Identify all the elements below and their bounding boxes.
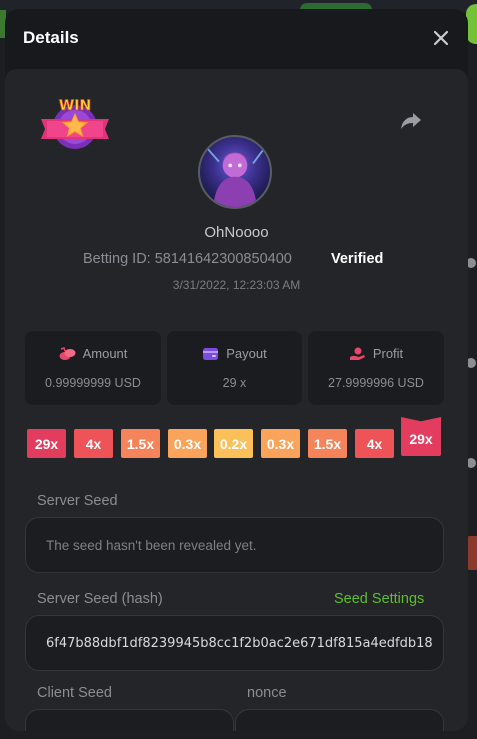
multiplier-slot-hit: 29x — [401, 422, 441, 456]
multiplier-slot: 1.5x — [121, 429, 160, 458]
multiplier-slot: 0.3x — [168, 429, 207, 458]
client-seed-field[interactable] — [25, 709, 234, 731]
verified-label: Verified — [331, 251, 384, 267]
server-seed-hash-label: Server Seed (hash) — [37, 591, 163, 607]
amount-label: Amount — [82, 346, 128, 361]
svg-text:WIN: WIN — [59, 98, 91, 114]
profit-label: Profit — [372, 346, 404, 361]
betting-id: Betting ID: 58141642300850400 — [83, 251, 292, 267]
username: OhNoooo — [204, 224, 269, 241]
details-modal: Details WIN OhNoooo Betting ID: 58141642… — [5, 9, 468, 731]
multiplier-slot: 1.5x — [308, 429, 347, 458]
multiplier-slot: 0.3x — [261, 429, 300, 458]
server-seed-hash-field[interactable]: 6f47b88dbf1df8239945b8cc1f2b0ac2e671df81… — [25, 615, 444, 671]
bet-details-panel: WIN OhNoooo Betting ID: 5814164230085040… — [5, 69, 468, 731]
server-seed-label: Server Seed — [37, 493, 118, 509]
payout-card: Payout 29 x — [167, 331, 302, 405]
close-icon[interactable] — [430, 27, 452, 49]
server-seed-field[interactable]: The seed hasn't been revealed yet. — [25, 517, 444, 573]
coins-icon — [59, 346, 76, 361]
multiplier-slot: 4x — [74, 429, 113, 458]
profit-card: Profit 27.9999996 USD — [308, 331, 444, 405]
seed-settings-link[interactable]: Seed Settings — [334, 591, 424, 607]
profit-value: 27.9999996 USD — [328, 376, 424, 390]
amount-card: Amount 0.99999999 USD — [25, 331, 161, 405]
amount-value: 0.99999999 USD — [45, 376, 141, 390]
client-seed-label: Client Seed — [37, 685, 112, 701]
avatar — [198, 135, 272, 209]
payout-label: Payout — [226, 346, 267, 361]
wallet-icon — [202, 347, 219, 361]
profit-hand-icon — [349, 347, 366, 361]
multiplier-slot: 4x — [355, 429, 394, 458]
multiplier-slot: 29x — [27, 429, 66, 458]
multiplier-slot: 0.2x — [214, 429, 253, 458]
modal-header: Details — [5, 9, 468, 69]
win-badge-icon: WIN — [39, 95, 111, 153]
nonce-label: nonce — [247, 685, 287, 701]
share-icon[interactable] — [400, 109, 422, 131]
modal-title: Details — [23, 28, 79, 47]
nonce-field[interactable] — [235, 709, 444, 731]
payout-value: 29 x — [222, 376, 247, 390]
bet-timestamp: 3/31/2022, 12:23:03 AM — [172, 278, 301, 292]
